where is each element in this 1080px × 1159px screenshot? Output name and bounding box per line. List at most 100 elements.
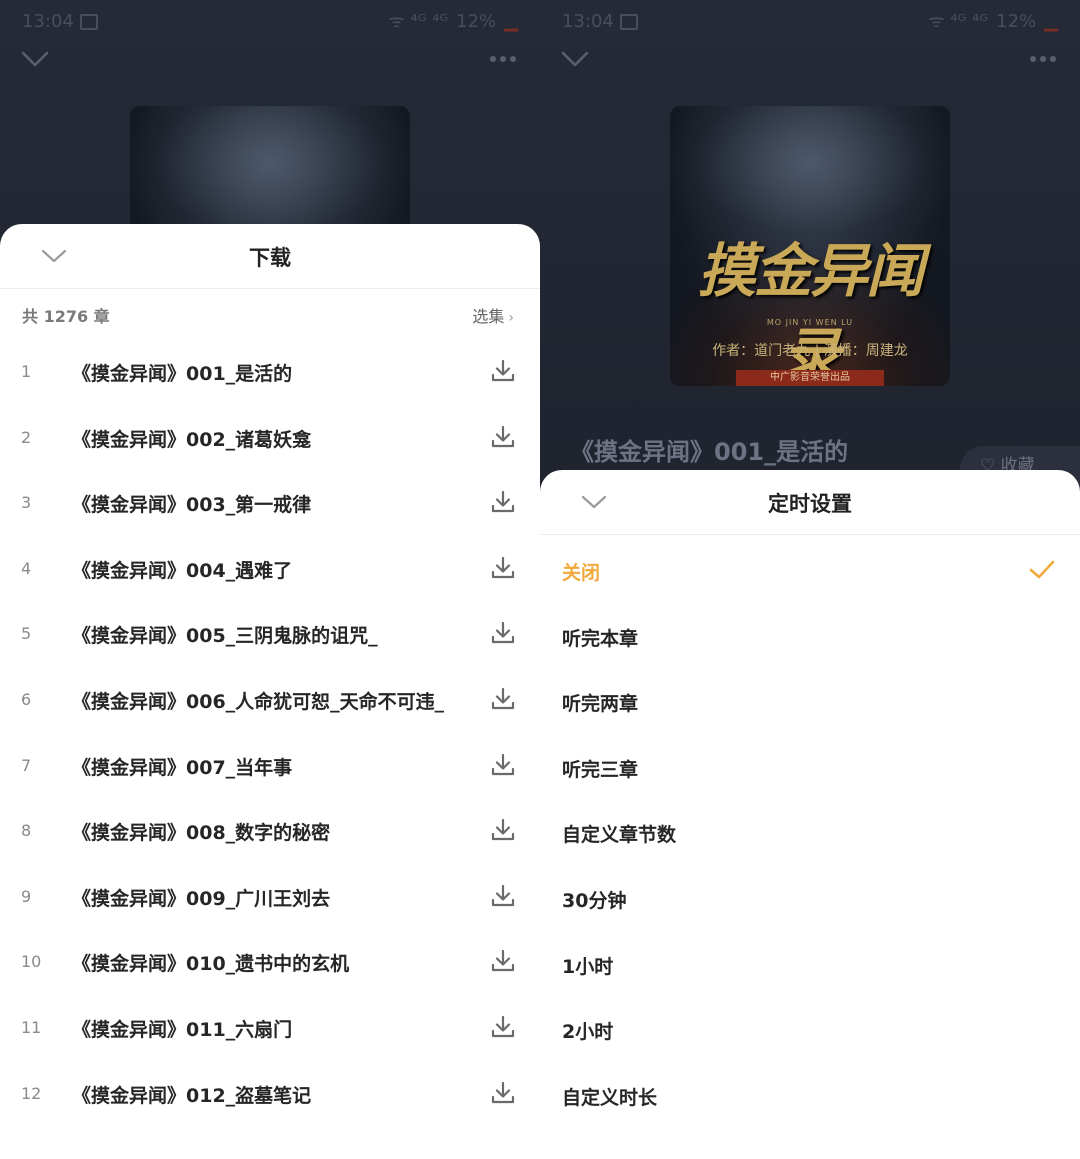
chapter-number: 7 [21, 755, 32, 775]
select-episodes-button[interactable]: 选集 › [472, 303, 514, 327]
more-icon[interactable] [488, 52, 518, 66]
cover-pinyin: MO JIN YI WEN LU [766, 318, 854, 327]
download-icon[interactable] [490, 1014, 516, 1040]
chapter-row[interactable]: 4 《摸金异闻》004_遇难了 [0, 537, 540, 603]
checkmark-icon [1029, 560, 1055, 579]
chapter-title: 《摸金异闻》002_诸葛妖龛 [72, 428, 312, 451]
chapter-number: 9 [21, 886, 32, 906]
timer-option-label: 1小时 [562, 955, 614, 978]
chapter-row[interactable]: 2 《摸金异闻》002_诸葛妖龛 [0, 406, 540, 472]
timer-option[interactable]: 听完本章 [540, 604, 1080, 670]
status-bar: 13:04 ᯤ ⁴ᴳ ⁴ᴳ 12% ▁ [562, 6, 1058, 36]
chapter-row[interactable]: 11 《摸金异闻》011_六扇门 [0, 996, 540, 1062]
chapter-title: 《摸金异闻》004_遇难了 [72, 559, 293, 582]
chapter-list: 1 《摸金异闻》001_是活的 2 《摸金异闻》002_诸葛妖龛 3 《摸金异闻》003_… [0, 340, 540, 1127]
chevron-right-icon: › [508, 310, 514, 326]
chapter-number: 2 [21, 427, 32, 447]
chapter-title: 《摸金异闻》006_人命犹可恕_天命不可违_ [72, 690, 445, 713]
chapter-row[interactable]: 10 《摸金异闻》010_遗书中的玄机 [0, 930, 540, 996]
timer-options-list: 关闭听完本章听完两章听完三章自定义章节数 30分钟 1小时 2小时自定义时长 [540, 538, 1080, 1128]
status-time: 13:04 [562, 11, 638, 32]
download-sheet-title: 下载 [249, 246, 291, 270]
timer-option[interactable]: 自定义时长 [540, 1063, 1080, 1129]
timer-option-label: 2小时 [562, 1021, 614, 1044]
status-time: 13:04 [22, 11, 98, 32]
chapter-number: 5 [21, 624, 32, 644]
collapse-player-icon[interactable] [20, 46, 50, 72]
chapter-number: 11 [21, 1017, 42, 1037]
download-sheet: 下载 共 1276 章 选集 › 1 《摸金异闻》001_是活的 2 《摸金异闻》002… [0, 224, 540, 1159]
timer-sheet: 定时设置 关闭听完本章听完两章听完三章自定义章节数 30分钟 1小时 2小时自定义时长 [540, 470, 1080, 1159]
now-playing-title: 《摸金异闻》001_是活的 [570, 438, 849, 466]
chapter-number: 12 [21, 1083, 42, 1103]
chapter-row[interactable]: 5 《摸金异闻》005_三阴鬼脉的诅咒_ [0, 602, 540, 668]
chapter-title: 《摸金异闻》011_六扇门 [72, 1018, 293, 1041]
timer-option-label: 30分钟 [562, 889, 627, 912]
chapter-title: 《摸金异闻》001_是活的 [72, 363, 293, 385]
timer-option[interactable]: 关闭 [540, 538, 1080, 604]
chapter-title: 《摸金异闻》008_数字的秘密 [72, 822, 331, 845]
cover-studio: 中广影音荣誉出品 [736, 370, 884, 386]
chapter-row[interactable]: 9 《摸金异闻》009_广川王刘去 [0, 865, 540, 931]
chapter-row[interactable]: 3 《摸金异闻》003_第一戒律 [0, 471, 540, 537]
timer-option-label: 听完两章 [562, 693, 639, 716]
download-icon[interactable] [490, 948, 516, 974]
battery-text: 12% [456, 10, 497, 32]
chapter-number: 10 [21, 952, 42, 972]
signal-icons: ᯤ ⁴ᴳ ⁴ᴳ [388, 11, 449, 32]
download-icon[interactable] [490, 1080, 516, 1106]
chapter-row[interactable]: 1 《摸金异闻》001_是活的 [0, 340, 540, 406]
chapter-count: 共 1276 章 [22, 307, 110, 326]
chapter-title: 《摸金异闻》005_三阴鬼脉的诅咒_ [72, 625, 378, 648]
status-bar: 13:04 ᯤ ⁴ᴳ ⁴ᴳ 12% ▁ [22, 6, 518, 36]
download-screen: 13:04 ᯤ ⁴ᴳ ⁴ᴳ 12% ▁ 下载 共 1276 章 选集 › 1 《摸金… [0, 0, 540, 1159]
battery-text: 12% [996, 10, 1037, 32]
album-cover: 摸金异闻录 MO JIN YI WEN LU 作者：道门老九 | 演播：周建龙 … [670, 106, 950, 386]
cover-credits: 作者：道门老九 | 演播：周建龙 [712, 343, 908, 359]
battery-icon: ▁ [504, 10, 518, 32]
cover-title-art: 摸金异闻录 [697, 237, 924, 386]
chapter-number: 8 [21, 821, 32, 841]
timer-option-label: 自定义时长 [562, 1086, 658, 1109]
download-icon[interactable] [490, 424, 516, 450]
timer-sheet-header: 定时设置 [540, 470, 1080, 535]
download-sheet-header: 下载 [0, 224, 540, 289]
download-icon[interactable] [490, 883, 516, 909]
collapse-player-icon[interactable] [560, 46, 590, 72]
chapter-title: 《摸金异闻》012_盗墓笔记 [72, 1084, 312, 1107]
chapter-count-row: 共 1276 章 选集 › [0, 289, 540, 339]
download-icon[interactable] [490, 686, 516, 712]
player-screen: 13:04 ᯤ ⁴ᴳ ⁴ᴳ 12% ▁ 摸金异闻录 MO JIN YI WEN … [540, 0, 1080, 1159]
timer-option[interactable]: 自定义章节数 [540, 800, 1080, 866]
download-icon[interactable] [490, 555, 516, 581]
chapter-title: 《摸金异闻》003_第一戒律 [72, 494, 312, 517]
timer-option-label: 听完本章 [562, 627, 639, 650]
timer-option[interactable]: 2小时 [540, 997, 1080, 1063]
download-icon[interactable] [490, 817, 516, 843]
chapter-number: 3 [21, 493, 32, 513]
timer-option[interactable]: 听完三章 [540, 735, 1080, 801]
chapter-row[interactable]: 7 《摸金异闻》007_当年事 [0, 734, 540, 800]
chapter-row[interactable]: 6 《摸金异闻》006_人命犹可恕_天命不可违_ [0, 668, 540, 734]
battery-icon: ▁ [1044, 10, 1058, 32]
chapter-number: 1 [21, 362, 32, 381]
timer-option-label: 自定义章节数 [562, 824, 677, 847]
timer-option-label: 听完三章 [562, 758, 639, 781]
signal-icons: ᯤ ⁴ᴳ ⁴ᴳ [928, 11, 989, 32]
download-icon[interactable] [490, 358, 516, 384]
chapter-title: 《摸金异闻》009_广川王刘去 [72, 887, 331, 910]
chapter-number: 6 [21, 689, 32, 709]
chapter-title: 《摸金异闻》010_遗书中的玄机 [72, 953, 350, 976]
download-icon[interactable] [490, 620, 516, 646]
more-icon[interactable] [1028, 52, 1058, 66]
download-icon[interactable] [490, 752, 516, 778]
timer-option-label: 关闭 [562, 562, 601, 584]
timer-option[interactable]: 30分钟 [540, 866, 1080, 932]
timer-sheet-title: 定时设置 [768, 492, 852, 516]
download-icon[interactable] [490, 489, 516, 515]
timer-option[interactable]: 1小时 [540, 932, 1080, 998]
chapter-title: 《摸金异闻》007_当年事 [72, 756, 293, 779]
chapter-row[interactable]: 8 《摸金异闻》008_数字的秘密 [0, 799, 540, 865]
timer-option[interactable]: 听完两章 [540, 669, 1080, 735]
chapter-row[interactable]: 12 《摸金异闻》012_盗墓笔记 [0, 1062, 540, 1128]
